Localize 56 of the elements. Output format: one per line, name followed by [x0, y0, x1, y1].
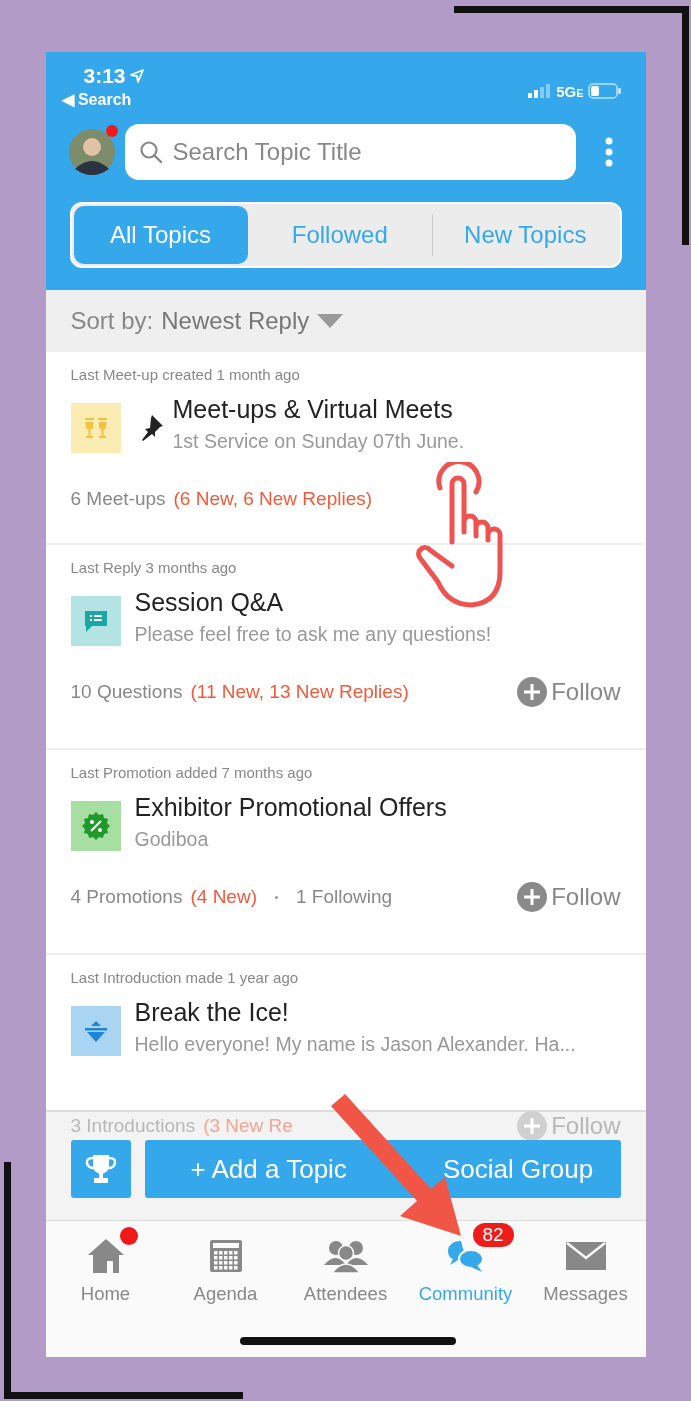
topic-count: 3 Introductions	[70, 1115, 196, 1137]
topic-meta: Last Meet-up created 1 month ago	[70, 366, 301, 383]
tab[interactable]: Followed	[247, 206, 432, 264]
follow-button[interactable]: Follow	[517, 677, 621, 707]
new-count: (4 New)	[190, 886, 257, 908]
add-topic-button[interactable]: + Add a Topic Social Group	[144, 1140, 621, 1198]
trophy-button[interactable]	[70, 1140, 131, 1198]
calendar-icon	[208, 1239, 243, 1273]
follow-button[interactable]: Follow	[517, 882, 621, 912]
tab[interactable]: All Topics	[73, 206, 248, 264]
new-count: (6 New, 6 New Replies)	[173, 488, 373, 510]
new-count: (11 New, 13 New Replies)	[190, 681, 409, 703]
battery-icon	[587, 83, 622, 99]
topic-title[interactable]: Session Q&A	[134, 588, 492, 617]
more-options-icon[interactable]	[603, 137, 614, 167]
nav-tab[interactable]: Messages	[525, 1221, 646, 1307]
envelope-icon	[565, 1242, 606, 1270]
signal-icon	[528, 84, 553, 98]
chat-bubbles-icon	[446, 1239, 485, 1273]
back-button[interactable]: ◀ Search	[61, 88, 144, 109]
plus-icon	[517, 677, 548, 707]
trophy-icon	[83, 1153, 118, 1185]
qa-topic-icon	[70, 596, 121, 646]
promo-topic-icon	[70, 801, 121, 851]
people-icon	[323, 1239, 368, 1273]
status-time: 3:13	[83, 64, 126, 88]
tab[interactable]: New Topics	[433, 206, 618, 264]
topic-count: 6 Meet-ups	[70, 488, 166, 510]
meetup-topic-icon	[70, 403, 121, 453]
topic-title[interactable]: Break the Ice!	[134, 998, 576, 1027]
topic-count: 4 Promotions	[70, 886, 183, 908]
notification-count: 82	[472, 1223, 514, 1247]
search-icon	[138, 140, 163, 164]
search-field[interactable]: Search Topic Title	[124, 124, 576, 180]
avatar-silhouette-icon[interactable]	[68, 129, 115, 175]
topic-subtitle: Hello everyone! My name is Jason Alexander. Ha...	[134, 1033, 576, 1056]
topic-title[interactable]: Meet-ups & Virtual Meets	[172, 395, 465, 424]
location-arrow-icon	[129, 69, 144, 83]
separator-dot	[274, 895, 278, 899]
network-label: 5GE	[556, 82, 584, 100]
new-count: (3 New Re	[203, 1115, 293, 1137]
topic-subtitle: Please feel free to ask me any questions!	[134, 623, 492, 646]
topic-meta: Last Promotion added 7 months ago	[70, 764, 314, 781]
caret-icon	[317, 314, 344, 328]
topic-meta: Last Reply 3 months ago	[70, 559, 238, 576]
topic-subtitle: Godiboa	[134, 828, 210, 851]
nav-tab[interactable]: Attendees	[285, 1221, 406, 1307]
nav-tab[interactable]: Agenda	[165, 1221, 286, 1307]
ice-topic-icon	[70, 1006, 121, 1056]
topic-meta: Last Introduction made 1 year ago	[70, 969, 300, 986]
topic-title[interactable]: Exhibitor Promotional Offers	[134, 793, 447, 822]
topic-count: 10 Questions	[70, 681, 183, 703]
following-count: 1 Following	[295, 886, 393, 908]
topic-subtitle: 1st Service on Sunday 07th June.	[172, 430, 465, 453]
nav-tab[interactable]: Home	[45, 1221, 166, 1307]
plus-icon	[517, 882, 548, 912]
